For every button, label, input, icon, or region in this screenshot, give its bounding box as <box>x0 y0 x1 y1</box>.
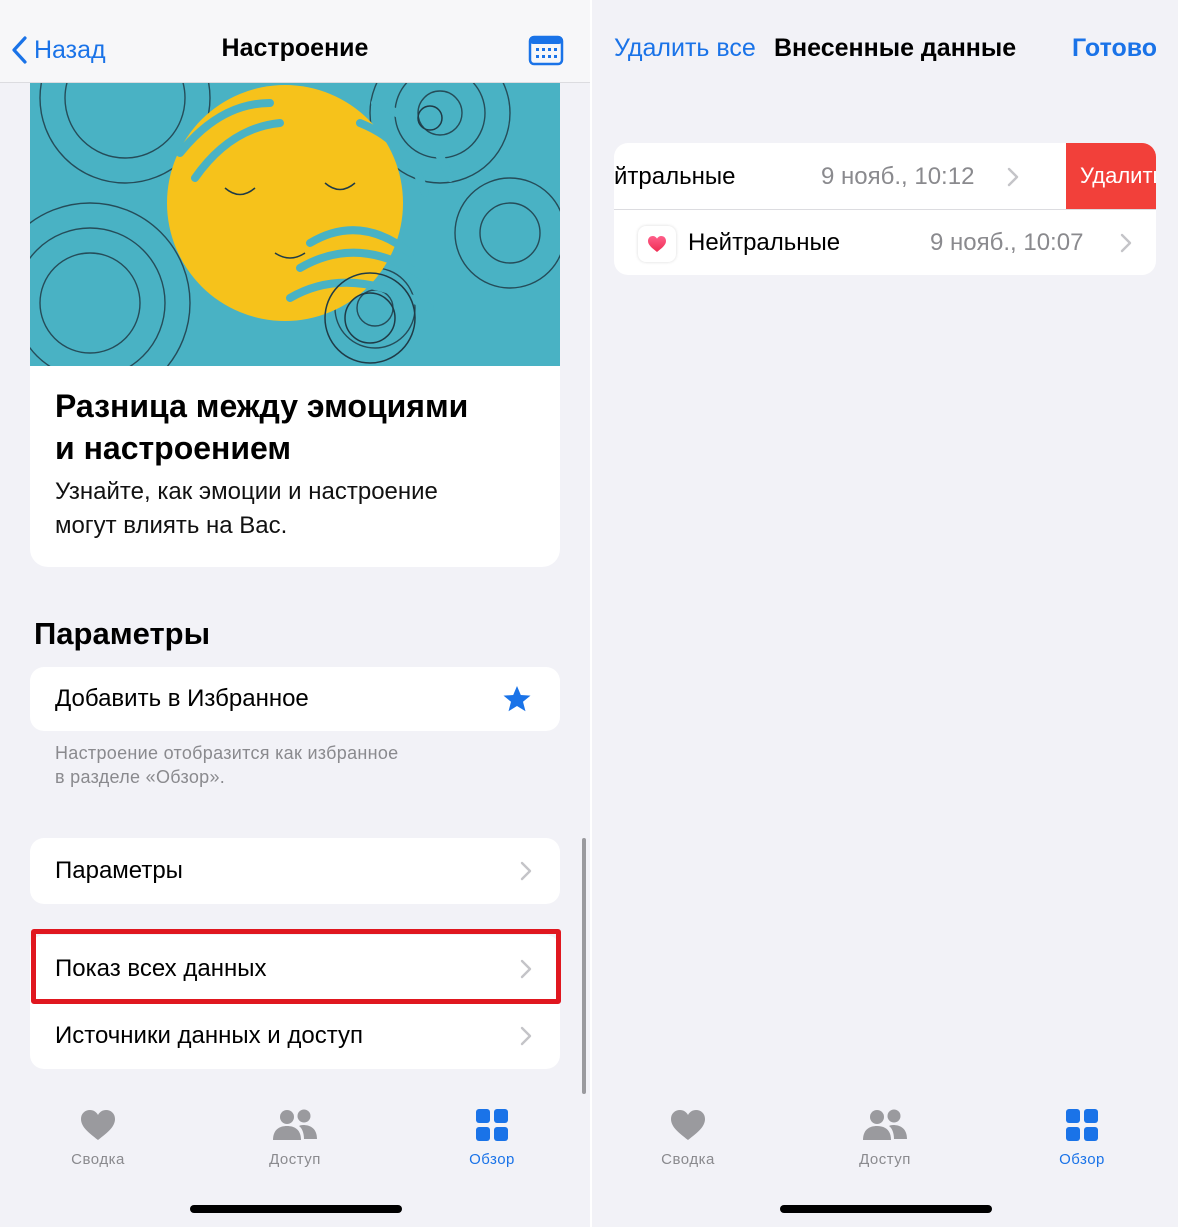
home-indicator[interactable] <box>780 1205 992 1213</box>
article-title-line: Разница между эмоциями <box>55 388 469 424</box>
tab-browse[interactable]: Обзор <box>1027 1108 1137 1168</box>
done-button[interactable]: Готово <box>1072 34 1157 63</box>
calendar-button[interactable] <box>528 34 564 66</box>
footnote-line: в разделе «Обзор». <box>55 767 226 787</box>
entry-label: Нейтральные <box>688 229 841 256</box>
tab-summary[interactable]: Сводка <box>43 1108 153 1168</box>
article-description-line: могут влиять на Вас. <box>55 512 288 539</box>
mood-badge <box>638 226 676 262</box>
entry-date: 9 нояб., 10:07 <box>930 229 1084 256</box>
favorite-footnote: Настроение отобразится как избранное в р… <box>55 741 475 789</box>
star-icon <box>503 686 531 712</box>
heart-icon <box>671 1110 705 1140</box>
settings-row[interactable]: Параметры <box>30 838 560 904</box>
grid-icon <box>1066 1109 1098 1141</box>
entry-label: йтральные <box>614 163 736 190</box>
grid-icon <box>476 1109 508 1141</box>
tab-sharing[interactable]: Доступ <box>240 1108 350 1168</box>
delete-all-button[interactable]: Удалить все <box>614 34 756 63</box>
people-icon <box>273 1109 317 1140</box>
chevron-right-icon <box>1120 233 1132 253</box>
list-item[interactable]: йтральные 9 нояб., 10:12 <box>614 143 1066 209</box>
section-header-parameters: Параметры <box>34 616 211 651</box>
article-title-line: и настроением <box>55 430 292 466</box>
article-description: Узнайте, как эмоции и настроение могут в… <box>55 475 535 543</box>
list-item[interactable]: Нейтральные 9 нояб., 10:07 <box>614 210 1156 275</box>
footnote-line: Настроение отобразится как избранное <box>55 743 399 763</box>
entries-list: йтральные 9 нояб., 10:12 Удалить Нейтрал… <box>614 143 1156 275</box>
tab-label: Доступ <box>269 1151 321 1168</box>
favorite-group: Добавить в Избранное <box>30 667 560 731</box>
tab-label: Обзор <box>469 1151 515 1168</box>
heart-icon <box>648 236 666 252</box>
tab-label: Обзор <box>1059 1151 1105 1168</box>
heart-icon <box>81 1110 115 1140</box>
chevron-right-icon <box>520 1026 532 1046</box>
entry-date: 9 нояб., 10:12 <box>821 163 975 190</box>
page-title: Внесенные данные <box>774 34 1017 62</box>
nav-bar: Назад Настроение <box>0 0 590 83</box>
settings-label: Параметры <box>55 857 183 884</box>
delete-button[interactable]: Удалить <box>1066 143 1156 209</box>
tab-label: Доступ <box>859 1151 911 1168</box>
mood-screen: Разница между эмоциями и настроением Узн… <box>0 0 590 1227</box>
entered-data-screen: Удалить все Внесенные данные Готово йтра… <box>592 0 1178 1227</box>
data-sources-label: Источники данных и доступ <box>55 1022 363 1049</box>
tab-label: Сводка <box>71 1151 125 1168</box>
article-title: Разница между эмоциями и настроением <box>55 385 545 469</box>
settings-group: Параметры <box>30 838 560 904</box>
people-icon <box>863 1109 907 1140</box>
tab-summary[interactable]: Сводка <box>633 1108 743 1168</box>
scrollbar[interactable] <box>582 838 586 1094</box>
highlight-frame <box>31 929 561 1004</box>
article-illustration <box>30 83 560 404</box>
article-card[interactable]: Разница между эмоциями и настроением Узн… <box>30 83 560 567</box>
page-title: Настроение <box>221 34 369 62</box>
tab-sharing[interactable]: Доступ <box>830 1108 940 1168</box>
chevron-right-icon <box>1007 167 1019 187</box>
tab-browse[interactable]: Обзор <box>437 1108 547 1168</box>
tab-label: Сводка <box>661 1151 715 1168</box>
home-indicator[interactable] <box>190 1205 402 1213</box>
add-to-favorites-row[interactable]: Добавить в Избранное <box>30 667 560 731</box>
article-description-line: Узнайте, как эмоции и настроение <box>55 478 438 505</box>
data-sources-row[interactable]: Источники данных и доступ <box>30 1003 560 1069</box>
add-to-favorites-label: Добавить в Избранное <box>55 685 309 712</box>
calendar-icon <box>528 35 564 66</box>
chevron-right-icon <box>520 861 532 881</box>
